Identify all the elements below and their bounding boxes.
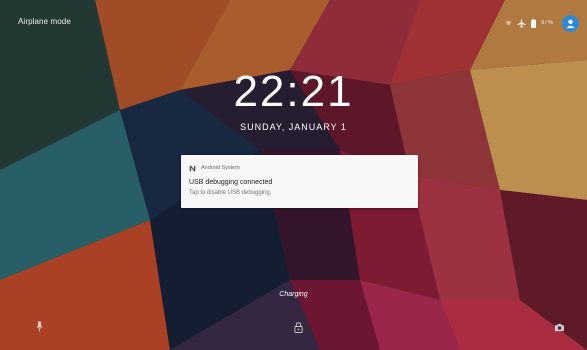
wifi-off-icon [505, 20, 512, 27]
notification-title: USB debugging connected [189, 179, 273, 186]
android-system-icon [189, 159, 196, 177]
camera-icon[interactable] [551, 319, 567, 335]
notification-text: Tap to disable USB debugging. [189, 190, 272, 196]
voice-assist-icon[interactable] [32, 318, 46, 334]
lock-icon[interactable] [290, 319, 306, 335]
battery-percentage: 97% [540, 20, 553, 26]
usb-debugging-notification[interactable]: Android System USB debugging connected T… [181, 155, 418, 208]
status-icons: 97% [505, 12, 579, 34]
user-avatar-icon[interactable] [562, 14, 579, 32]
android-lockscreen: Airplane mode 97% 22:21 SUNDAY, JANUARY … [0, 0, 587, 350]
battery-icon [531, 18, 536, 28]
airplane-icon [517, 18, 526, 28]
notification-app-name: Android System [201, 165, 240, 171]
charging-status: Charging [279, 291, 308, 298]
lockscreen-date: SUNDAY, JANUARY 1 [240, 122, 347, 132]
status-bar: Airplane mode 97% [0, 0, 587, 40]
lockscreen-clock: 22:21 [233, 67, 354, 116]
notification-header: Android System [189, 164, 240, 172]
carrier-text: Airplane mode [18, 17, 71, 26]
